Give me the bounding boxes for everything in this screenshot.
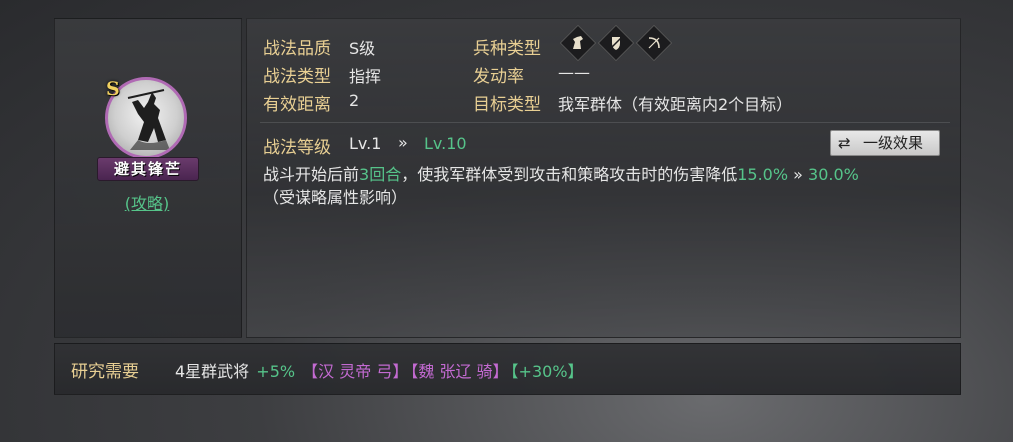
skill-level-label: 战法等级 xyxy=(263,138,331,158)
range-value: 2 xyxy=(349,91,360,110)
trigger-rate-label: 发动率 xyxy=(473,67,524,87)
level-arrow: » xyxy=(398,133,408,152)
type-label: 战法类型 xyxy=(263,67,331,87)
research-requirement: 4星群武将 xyxy=(175,362,250,381)
desc-rounds: 3回合 xyxy=(359,165,402,184)
level-effect-toggle-button[interactable]: ⇄ 一级效果 xyxy=(830,130,940,156)
trigger-rate-value: —— xyxy=(558,63,590,82)
desc-text-2: ，使我军群体受到攻击和策略攻击时的伤害降低 xyxy=(401,165,738,184)
skill-description: 战斗开始后前3回合，使我军群体受到攻击和策略攻击时的伤害降低15.0% » 30… xyxy=(263,163,943,209)
research-bonus-1: +5% xyxy=(256,362,296,381)
desc-value-to: 30.0% xyxy=(808,165,859,184)
desc-text-1: 战斗开始后前 xyxy=(263,165,360,184)
grade-badge: S xyxy=(106,78,120,100)
current-level: Lv.1 xyxy=(349,134,382,153)
target-type-value: 我军群体（有效距离内2个目标） xyxy=(558,95,793,114)
research-bonus-2: 【+30%】 xyxy=(510,362,584,381)
strategy-guide-link[interactable]: (攻略) xyxy=(54,190,240,214)
level-effect-label: 一级效果 xyxy=(863,134,924,152)
section-divider xyxy=(260,122,950,123)
research-requirements: 4星群武将 +5% 【汉 灵帝 弓】 【魏 张辽 骑】 【+30%】 xyxy=(175,358,586,382)
skill-name-label: 避其锋芒 xyxy=(97,157,199,181)
quality-label: 战法品质 xyxy=(263,39,331,59)
desc-value-from: 15.0% xyxy=(737,165,789,184)
type-value: 指挥 xyxy=(349,67,382,86)
range-label: 有效距离 xyxy=(263,95,331,115)
quality-value: S级 xyxy=(349,39,376,58)
swap-icon: ⇄ xyxy=(838,134,851,152)
max-level: Lv.10 xyxy=(424,134,467,153)
troop-type-label: 兵种类型 xyxy=(473,39,541,59)
research-item-2: 【魏 张辽 骑】 xyxy=(410,362,509,381)
research-label: 研究需要 xyxy=(71,362,139,382)
desc-note: （受谋略属性影响） xyxy=(263,188,408,207)
desc-arrow: » xyxy=(793,165,803,184)
target-type-label: 目标类型 xyxy=(473,95,541,115)
research-item-1: 【汉 灵帝 弓】 xyxy=(302,362,409,381)
